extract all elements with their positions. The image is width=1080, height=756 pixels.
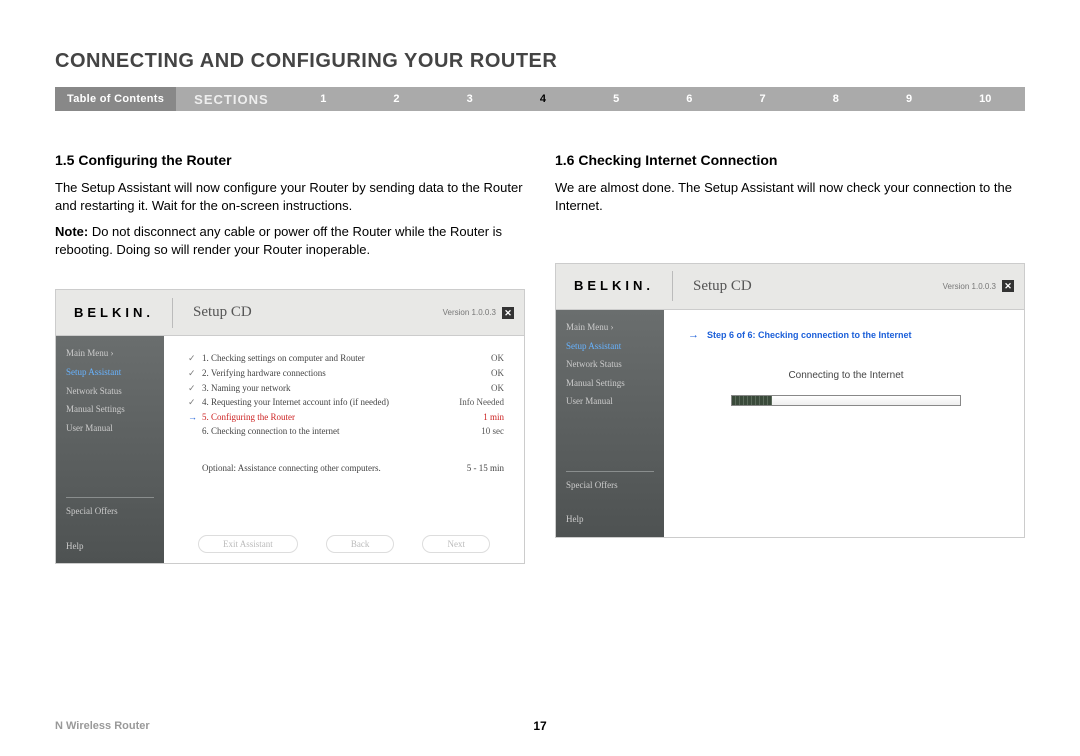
sidebar-setup-assistant[interactable]: Setup Assistant [566, 340, 654, 353]
setup-cd-window-right: BELKIN. Setup CD Version 1.0.0.3 ✕ Main … [555, 263, 1025, 538]
step-row-2: ✓ 2. Verifying hardware connections OK [188, 367, 504, 380]
section-nav-bar: Table of Contents SECTIONS 1 2 3 4 5 6 7… [55, 87, 1025, 111]
section-1-5-note: Note: Do not disconnect any cable or pow… [55, 223, 525, 259]
sidebar-main-menu[interactable]: Main Menu › [66, 347, 154, 360]
left-column: 1.5 Configuring the Router The Setup Ass… [55, 151, 525, 564]
section-1-5-body: The Setup Assistant will now configure y… [55, 179, 525, 215]
section-1-5-heading: 1.5 Configuring the Router [55, 151, 525, 171]
step-status: OK [444, 367, 504, 380]
next-button[interactable]: Next [422, 535, 490, 554]
sidebar-setup-assistant[interactable]: Setup Assistant [66, 366, 154, 379]
arrow-right-icon: → [688, 328, 699, 343]
check-icon: ✓ [188, 352, 202, 365]
step-status: Info Needed [444, 396, 504, 409]
step-label: 1. Checking settings on computer and Rou… [202, 352, 444, 365]
setup-cd-window-left: BELKIN. Setup CD Version 1.0.0.3 ✕ Main … [55, 289, 525, 564]
connecting-label: Connecting to the Internet [688, 369, 1004, 383]
version-label: Version 1.0.0.3 [443, 307, 496, 318]
section-link-7[interactable]: 7 [760, 93, 766, 105]
step-status: OK [444, 352, 504, 365]
right-column: 1.6 Checking Internet Connection We are … [555, 151, 1025, 564]
titlebar: BELKIN. Setup CD Version 1.0.0.3 ✕ [56, 290, 524, 336]
section-link-6[interactable]: 6 [686, 93, 692, 105]
step-status: OK [444, 382, 504, 395]
button-row: Exit Assistant Back Next [164, 535, 524, 554]
note-text: Do not disconnect any cable or power off… [55, 224, 502, 257]
product-name: N Wireless Router [55, 720, 150, 732]
sidebar-special-offers[interactable]: Special Offers [566, 479, 654, 492]
section-link-9[interactable]: 9 [906, 93, 912, 105]
titlebar: BELKIN. Setup CD Version 1.0.0.3 ✕ [556, 264, 1024, 310]
step-line-text: Step 6 of 6: Checking connection to the … [707, 329, 912, 342]
step-status: 1 min [444, 411, 504, 424]
step-row-3: ✓ 3. Naming your network OK [188, 382, 504, 395]
sidebar-manual-settings[interactable]: Manual Settings [66, 403, 154, 416]
window-content: → Step 6 of 6: Checking connection to th… [664, 310, 1024, 537]
section-link-10[interactable]: 10 [979, 93, 991, 105]
toc-link[interactable]: Table of Contents [55, 87, 176, 111]
page-footer: N Wireless Router 17 [0, 720, 1080, 732]
page-title: CONNECTING AND CONFIGURING YOUR ROUTER [55, 50, 1025, 73]
section-1-6-body: We are almost done. The Setup Assistant … [555, 179, 1025, 215]
step-label: 2. Verifying hardware connections [202, 367, 444, 380]
note-label: Note: [55, 224, 88, 239]
sidebar: Main Menu › Setup Assistant Network Stat… [56, 336, 164, 563]
sidebar-network-status[interactable]: Network Status [66, 385, 154, 398]
sidebar: Main Menu › Setup Assistant Network Stat… [556, 310, 664, 537]
step-row-4: ✓ 4. Requesting your Internet account in… [188, 396, 504, 409]
section-link-1[interactable]: 1 [320, 93, 326, 105]
page-number: 17 [533, 719, 546, 733]
step-row-1: ✓ 1. Checking settings on computer and R… [188, 352, 504, 365]
section-1-6-heading: 1.6 Checking Internet Connection [555, 151, 1025, 171]
sidebar-special-offers[interactable]: Special Offers [66, 505, 154, 518]
step-label: 6. Checking connection to the internet [202, 425, 444, 438]
section-link-4[interactable]: 4 [540, 93, 546, 105]
progress-bar [731, 395, 961, 406]
window-title: Setup CD [193, 302, 443, 323]
optional-label: Optional: Assistance connecting other co… [202, 462, 444, 475]
version-label: Version 1.0.0.3 [943, 281, 996, 292]
section-link-8[interactable]: 8 [833, 93, 839, 105]
close-icon[interactable]: ✕ [502, 307, 514, 319]
current-step-line: → Step 6 of 6: Checking connection to th… [688, 328, 1004, 343]
belkin-logo: BELKIN. [56, 298, 173, 328]
check-icon: ✓ [188, 382, 202, 395]
section-link-2[interactable]: 2 [393, 93, 399, 105]
sidebar-main-menu[interactable]: Main Menu › [566, 321, 654, 334]
step-label: 4. Requesting your Internet account info… [202, 396, 444, 409]
section-link-5[interactable]: 5 [613, 93, 619, 105]
section-link-3[interactable]: 3 [467, 93, 473, 105]
window-title: Setup CD [693, 276, 943, 297]
exit-assistant-button[interactable]: Exit Assistant [198, 535, 298, 554]
step-label: 5. Configuring the Router [202, 411, 444, 424]
optional-row: Optional: Assistance connecting other co… [188, 462, 504, 475]
step-row-5: → 5. Configuring the Router 1 min [188, 411, 504, 424]
section-numbers: 1 2 3 4 5 6 7 8 9 10 [287, 93, 1025, 105]
back-button[interactable]: Back [326, 535, 395, 554]
sidebar-network-status[interactable]: Network Status [566, 358, 654, 371]
sidebar-manual-settings[interactable]: Manual Settings [566, 377, 654, 390]
sidebar-help[interactable]: Help [566, 513, 654, 526]
close-icon[interactable]: ✕ [1002, 280, 1014, 292]
check-icon: ✓ [188, 396, 202, 409]
sidebar-user-manual[interactable]: User Manual [66, 422, 154, 435]
step-status: 10 sec [444, 425, 504, 438]
sidebar-user-manual[interactable]: User Manual [566, 395, 654, 408]
sections-label: SECTIONS [176, 92, 286, 107]
step-label: 3. Naming your network [202, 382, 444, 395]
belkin-logo: BELKIN. [556, 271, 673, 301]
sidebar-help[interactable]: Help [66, 540, 154, 553]
optional-time: 5 - 15 min [444, 462, 504, 475]
arrow-right-icon: → [188, 411, 202, 424]
progress-fill [732, 396, 772, 405]
check-icon: ✓ [188, 367, 202, 380]
step-row-6: 6. Checking connection to the internet 1… [188, 425, 504, 438]
window-content: ✓ 1. Checking settings on computer and R… [164, 336, 524, 563]
